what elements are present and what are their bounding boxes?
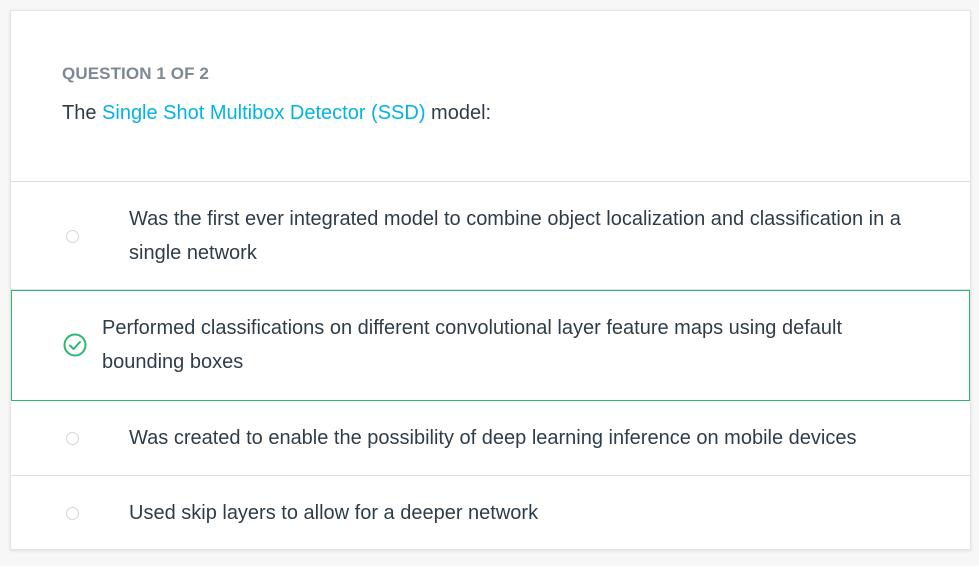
radio-circle-icon[interactable] (66, 230, 79, 243)
quiz-card: QUESTION 1 OF 2 The Single Shot Multibox… (10, 10, 971, 550)
radio-circle-icon[interactable] (66, 507, 79, 520)
answer-option-1[interactable]: Was the first ever integrated model to c… (11, 182, 970, 290)
ssd-link[interactable]: Single Shot Multibox Detector (SSD) (102, 102, 425, 124)
question-counter: QUESTION 1 OF 2 (62, 64, 209, 83)
answer-option-2-text: Performed classifications on different c… (102, 317, 843, 373)
prompt-suffix: model: (425, 102, 492, 124)
radio-circle-icon[interactable] (66, 432, 79, 445)
check-circle-icon[interactable] (63, 333, 87, 357)
answer-option-1-text: Was the first ever integrated model to c… (129, 208, 901, 264)
answer-option-2[interactable]: Performed classifications on different c… (11, 290, 970, 401)
prompt-prefix: The (62, 102, 103, 124)
question-header: QUESTION 1 OF 2 The Single Shot Multibox… (11, 11, 970, 182)
answer-option-4-text: Used skip layers to allow for a deeper n… (129, 502, 539, 524)
answer-option-4[interactable]: Used skip layers to allow for a deeper n… (11, 476, 970, 550)
answer-option-3[interactable]: Was created to enable the possibility of… (11, 401, 970, 476)
answer-option-3-text: Was created to enable the possibility of… (129, 427, 857, 449)
question-prompt: The Single Shot Multibox Detector (SSD) … (62, 102, 491, 125)
